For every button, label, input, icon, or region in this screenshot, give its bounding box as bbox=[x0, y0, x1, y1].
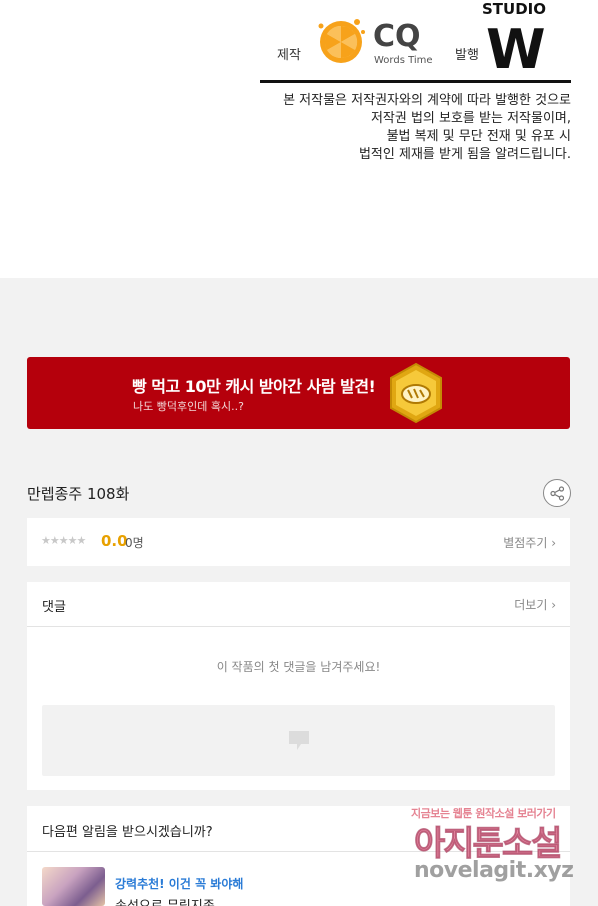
notify-header[interactable]: 다음편 알림을 받으시겠습니까? bbox=[27, 806, 570, 852]
credits-section: 제작 CQ Words Time 발행 STUDIO W 본 저작물은 저작권자… bbox=[0, 0, 598, 278]
episode-title: 만렙종주 108화 bbox=[27, 485, 130, 503]
comments-more-link[interactable]: 더보기 › bbox=[514, 596, 556, 613]
empty-comments-message: 이 작품의 첫 댓글을 남겨주세요! bbox=[216, 660, 381, 674]
comments-header: 댓글 더보기 › bbox=[27, 582, 570, 627]
production-label: 제작 bbox=[277, 48, 301, 63]
recommend-thumbnail[interactable] bbox=[42, 867, 105, 906]
copyright-notice: 본 저작물은 저작권자와의 계약에 따라 발행한 것으로 저작권 법의 보호를 … bbox=[251, 92, 571, 164]
copyright-line: 본 저작물은 저작권자와의 계약에 따라 발행한 것으로 bbox=[283, 93, 571, 108]
copyright-line: 불법 복제 및 무단 전재 및 유포 시 bbox=[386, 129, 571, 144]
comments-card: 댓글 더보기 › 이 작품의 첫 댓글을 남겨주세요! bbox=[27, 582, 570, 790]
notify-card: 다음편 알림을 받으시겠습니까? 강력추천! 이건 꼭 봐야해 손성으로 무림지… bbox=[27, 806, 570, 906]
rating-score: 0.0 bbox=[101, 532, 128, 550]
cq-logo: CQ Words Time bbox=[318, 19, 433, 66]
bread-coin-icon bbox=[390, 362, 442, 424]
copyright-line: 법적인 제재를 받게 됨을 알려드립니다. bbox=[358, 147, 571, 162]
notify-title: 다음편 알림을 받으시겠습니까? bbox=[42, 825, 213, 840]
rate-button[interactable]: 별점주기 › bbox=[503, 534, 556, 551]
rating-count: 0명 bbox=[125, 536, 144, 550]
svg-text:W: W bbox=[486, 18, 546, 72]
studio-w-logo: STUDIO W bbox=[482, 0, 546, 72]
banner-subtitle: 나도 빵덕후인데 혹시..? bbox=[133, 400, 244, 413]
svg-text:Words Time: Words Time bbox=[374, 55, 433, 66]
publisher-label: 발행 bbox=[455, 48, 479, 63]
share-icon bbox=[550, 486, 565, 501]
comments-title: 댓글 bbox=[42, 600, 66, 615]
recommend-title[interactable]: 손성으로 무림지존 bbox=[115, 895, 215, 906]
comment-input-box[interactable] bbox=[42, 705, 555, 776]
credits-divider bbox=[260, 80, 571, 83]
copyright-line: 저작권 법의 보호를 받는 저작물이며, bbox=[370, 111, 571, 126]
star-rating-icon: ★★★★★ bbox=[41, 534, 86, 547]
share-button[interactable] bbox=[543, 479, 571, 507]
rating-card: ★★★★★ 0.0 0명 별점주기 › bbox=[27, 518, 570, 566]
svg-text:CQ: CQ bbox=[373, 19, 421, 54]
banner-title: 빵 먹고 10만 캐시 받아간 사람 발견! bbox=[132, 377, 376, 396]
recommend-badge[interactable]: 강력추천! 이건 꼭 봐야해 bbox=[115, 875, 243, 892]
promo-banner[interactable]: 빵 먹고 10만 캐시 받아간 사람 발견! 나도 빵덕후인데 혹시..? bbox=[27, 357, 570, 429]
svg-text:STUDIO: STUDIO bbox=[482, 0, 546, 18]
comment-icon bbox=[289, 731, 309, 750]
